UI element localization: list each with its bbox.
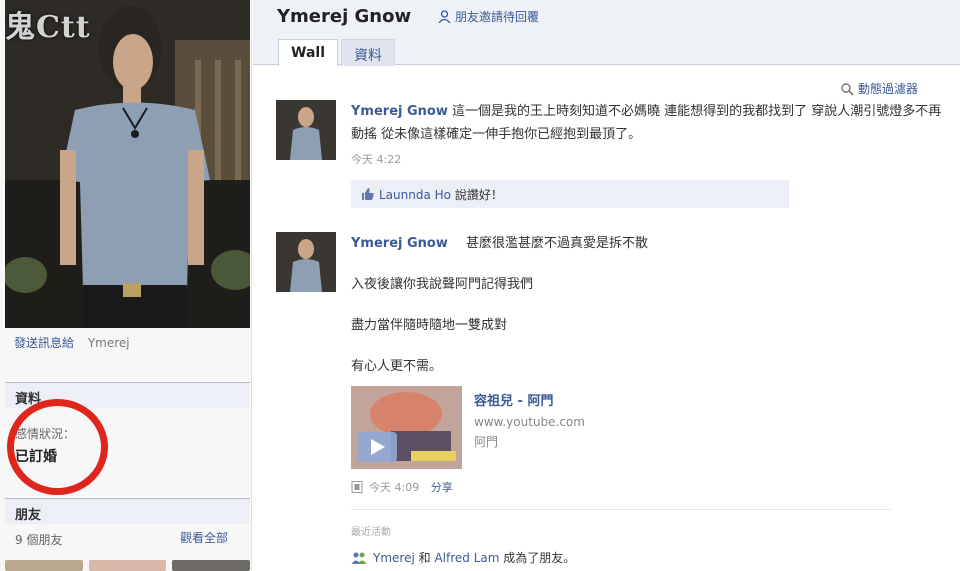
watermark-logo: 鬼Ctt bbox=[5, 10, 91, 45]
lyric-line: 有心人更不需。 bbox=[351, 359, 443, 374]
post-author-link[interactable]: Ymerej Gnow bbox=[351, 236, 448, 251]
caption-name: Ymerej bbox=[87, 336, 130, 350]
feed-filter-label: 動態過濾器 bbox=[858, 82, 919, 96]
friend-thumbnail[interactable] bbox=[172, 560, 251, 571]
tab-wall[interactable]: Wall bbox=[278, 39, 338, 66]
video-description: 阿門 bbox=[474, 435, 499, 449]
post-timestamp[interactable]: 今天 4:22 bbox=[351, 151, 401, 167]
send-message-link[interactable]: 發送訊息給 bbox=[14, 336, 74, 350]
main-content: Ymerej Gnow 朋友邀請待回覆 Wall 資料 動態過濾器 Ymerej… bbox=[253, 0, 960, 571]
activity-user-link[interactable]: Ymerej bbox=[373, 551, 415, 565]
profile-photo[interactable]: 鬼Ctt bbox=[5, 0, 250, 328]
person-icon bbox=[438, 10, 451, 23]
share-link[interactable]: 分享 bbox=[431, 481, 453, 494]
feed-filter-link[interactable]: 動態過濾器 bbox=[841, 80, 918, 97]
post-author-link[interactable]: Ymerej Gnow bbox=[351, 104, 448, 119]
video-domain: www.youtube.com bbox=[474, 415, 585, 429]
search-icon bbox=[841, 83, 854, 96]
friends-section-header: 朋友 bbox=[5, 498, 250, 524]
friends-icon bbox=[351, 552, 367, 564]
post-text: Ymerej Gnow 這一個是我的王上時刻知道不必媽曉 連能想得到的我都找到了… bbox=[351, 100, 951, 146]
divider bbox=[351, 509, 891, 510]
post-avatar[interactable] bbox=[276, 232, 336, 292]
video-title-link[interactable]: 容祖兒 - 阿門 bbox=[474, 390, 553, 409]
post-avatar[interactable] bbox=[276, 100, 336, 160]
activity-item: Ymerej 和 Alfred Lam 成為了朋友。 bbox=[351, 549, 575, 566]
thumbs-up-icon bbox=[362, 188, 374, 200]
see-all-friends-link[interactable]: 觀看全部 bbox=[180, 529, 228, 546]
post-timestamp[interactable]: 今天 4:09 bbox=[369, 481, 419, 494]
friend-request-status[interactable]: 朋友邀請待回覆 bbox=[438, 8, 539, 25]
friends-count: 9 個朋友 bbox=[15, 533, 63, 547]
video-thumbnail[interactable] bbox=[351, 386, 462, 469]
profile-name: Ymerej Gnow bbox=[277, 6, 412, 27]
activity-and: 和 bbox=[418, 551, 431, 565]
profile-photo-image bbox=[5, 0, 250, 328]
post-text: Ymerej Gnow 甚麼很濫甚麼不過真愛是拆不散 bbox=[351, 232, 648, 255]
like-bar: Launnda Ho 說讚好！ bbox=[351, 180, 789, 208]
film-icon bbox=[351, 481, 363, 493]
post-meta: 今天 4:09 分享 bbox=[351, 479, 453, 495]
avatar-image bbox=[276, 100, 336, 160]
highlight-circle bbox=[7, 399, 108, 495]
friend-thumbnail[interactable] bbox=[88, 560, 167, 571]
profile-header: Ymerej Gnow 朋友邀請待回覆 Wall 資料 bbox=[253, 0, 960, 66]
activity-suffix: 成為了朋友。 bbox=[503, 551, 576, 565]
friend-thumbnails bbox=[5, 560, 251, 571]
lyric-line: 甚麼很濫甚麼不過真愛是拆不散 bbox=[466, 236, 649, 251]
video-thumbnail-image bbox=[351, 386, 462, 469]
friend-thumbnail[interactable] bbox=[5, 560, 83, 571]
recent-activity-label: 最近活動 bbox=[351, 527, 391, 538]
friend-request-text: 朋友邀請待回覆 bbox=[455, 10, 540, 24]
activity-user-link[interactable]: Alfred Lam bbox=[434, 551, 499, 565]
lyric-line: 入夜後讓你我說聲阿門記得我們 bbox=[351, 277, 534, 292]
lyric-line: 盡力當伴隨時隨地一雙成對 bbox=[351, 318, 508, 333]
tab-info[interactable]: 資料 bbox=[341, 39, 395, 66]
photo-caption: 發送訊息給 Ymerej bbox=[14, 334, 130, 351]
likes-suffix: 說讚好！ bbox=[454, 188, 503, 202]
left-sidebar: 鬼Ctt 發送訊息給 Ymerej 資料 感情狀況： 已訂婚 朋友 9 個朋友 … bbox=[0, 0, 252, 571]
liker-name-link[interactable]: Launnda Ho bbox=[379, 188, 451, 202]
avatar-image bbox=[276, 232, 336, 292]
